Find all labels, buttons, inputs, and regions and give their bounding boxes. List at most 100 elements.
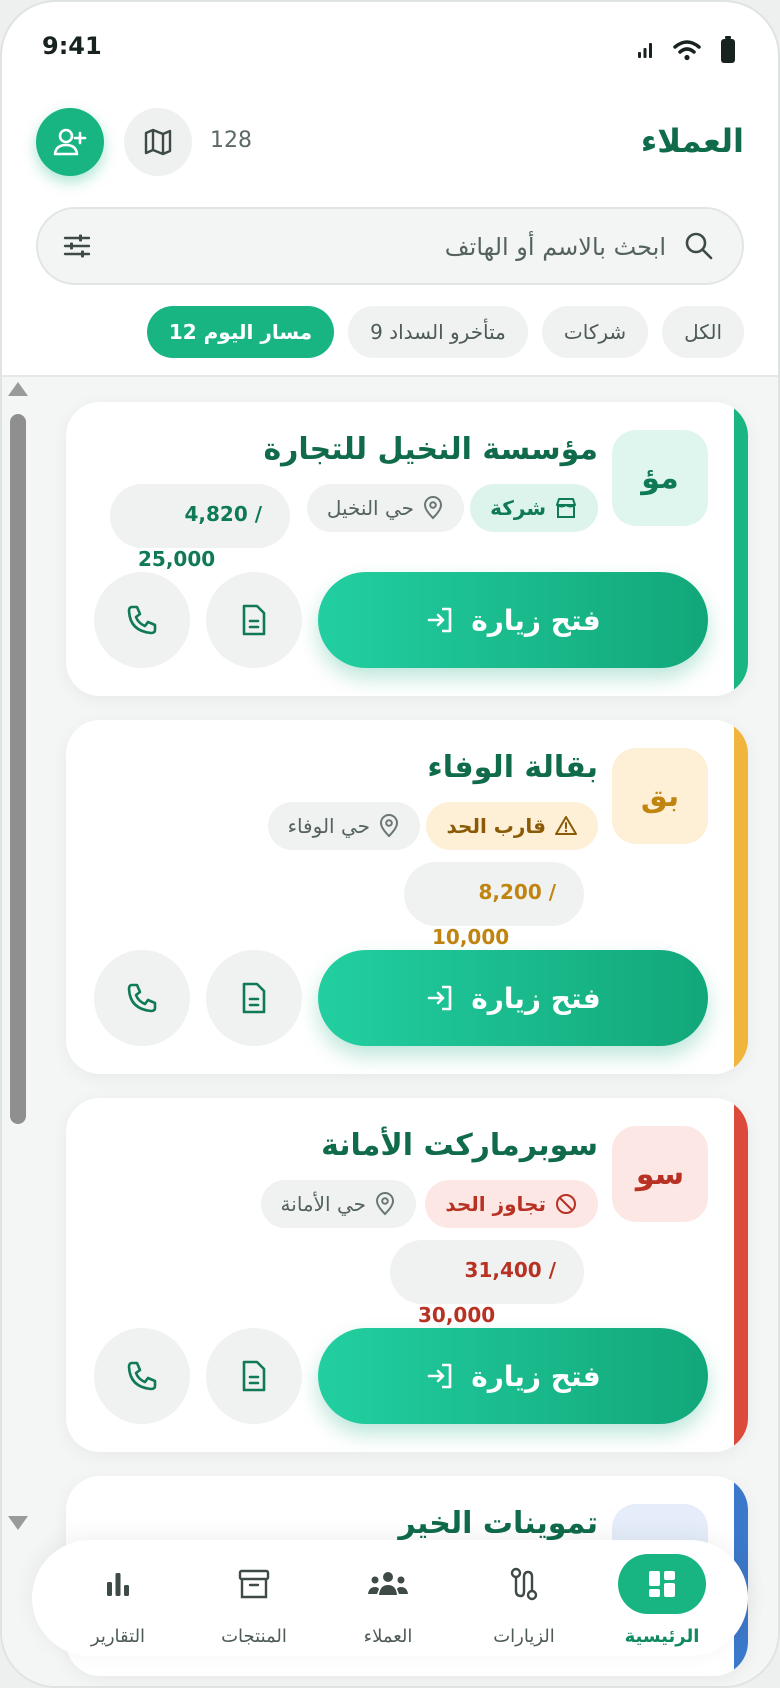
scrollbar[interactable] — [8, 382, 28, 1530]
scroll-thumb[interactable] — [10, 414, 26, 1124]
district-label: حي الوفاء — [287, 814, 370, 838]
open-visit-button[interactable]: فتح زيارة — [318, 1328, 708, 1424]
chip-all[interactable]: الكل — [662, 306, 744, 358]
credit-limit: 30,000 — [418, 1303, 496, 1327]
sign-in-icon — [427, 1363, 452, 1389]
phone-frame: 9:41 العملاء 128 ابحث بالاسم أو الهاتف م… — [0, 0, 780, 1688]
battery-icon — [721, 36, 735, 63]
card-status-edge — [734, 402, 748, 696]
phone-icon — [127, 983, 157, 1013]
customer-avatar: سو — [612, 1126, 708, 1222]
scroll-down-arrow[interactable] — [8, 1516, 28, 1530]
customer-card[interactable]: بق بقالة الوفاء قارب الحد حي الوفاء 8,20… — [66, 720, 748, 1074]
call-button[interactable] — [94, 950, 190, 1046]
nav-item-home[interactable]: الرئيسية — [602, 1554, 722, 1647]
scroll-up-arrow[interactable] — [8, 382, 28, 396]
balance-value: 31,400 / — [464, 1258, 556, 1282]
signal-icon — [638, 43, 652, 58]
invoices-button[interactable] — [206, 572, 302, 668]
chip-late-payers[interactable]: متأخرو السداد 9 — [348, 306, 528, 358]
customer-name: تموينات الخير — [398, 1506, 598, 1541]
open-visit-label: فتح زيارة — [471, 603, 601, 637]
map-view-button[interactable] — [124, 108, 192, 176]
card-status-edge — [734, 720, 748, 1074]
search-bar[interactable]: ابحث بالاسم أو الهاتف — [36, 207, 744, 285]
document-icon — [242, 1360, 266, 1392]
wifi-icon — [673, 40, 701, 61]
invoices-button[interactable] — [206, 950, 302, 1046]
nav-item-customers[interactable]: العملاء — [328, 1554, 448, 1647]
page-header: العملاء 128 — [2, 102, 778, 182]
call-button[interactable] — [94, 572, 190, 668]
document-icon — [242, 982, 266, 1014]
status-bar: 9:41 — [2, 2, 778, 92]
dashboard-icon — [649, 1571, 675, 1597]
nav-label: الزيارات — [493, 1626, 555, 1647]
location-pin-icon — [423, 496, 443, 520]
limit-exceeded-badge: تجاوز الحد — [425, 1180, 598, 1228]
balance-badge: 4,820 / 25,000 — [110, 484, 290, 571]
sign-in-icon — [427, 607, 452, 633]
invoices-button[interactable] — [206, 1328, 302, 1424]
credit-limit: 25,000 — [138, 547, 216, 571]
nav-icon-wrap — [618, 1554, 706, 1614]
filter-chips: مسار اليوم 12 متأخرو السداد 9 شركات الكل — [146, 306, 744, 358]
search-input[interactable]: ابحث بالاسم أو الهاتف — [445, 233, 666, 261]
call-button[interactable] — [94, 1328, 190, 1424]
add-user-icon — [53, 128, 87, 156]
status-icons — [636, 36, 736, 64]
customer-name: بقالة الوفاء — [427, 750, 598, 785]
filter-sliders-icon[interactable] — [62, 231, 92, 261]
open-visit-label: فتح زيارة — [471, 1359, 601, 1393]
district-badge: حي النخيل — [306, 484, 464, 532]
customer-count: 128 — [210, 128, 252, 153]
page-title: العملاء — [640, 122, 744, 160]
bottom-navigation: الرئيسية الزيارات العملاء المنتجات التقا… — [32, 1540, 748, 1656]
status-time: 9:41 — [42, 32, 102, 60]
warning-icon — [555, 816, 577, 835]
chip-companies[interactable]: شركات — [541, 306, 649, 358]
search-icon — [685, 232, 713, 260]
customer-name: سوبرماركت الأمانة — [321, 1128, 598, 1163]
phone-icon — [127, 1361, 157, 1391]
nav-item-products[interactable]: المنتجات — [194, 1554, 314, 1647]
document-icon — [242, 604, 266, 636]
customer-avatar: بق — [612, 748, 708, 844]
chip-today-route[interactable]: مسار اليوم 12 — [146, 306, 335, 358]
district-label: حي الأمانة — [280, 1192, 366, 1216]
add-customer-button[interactable] — [36, 108, 104, 176]
balance-value: 4,820 / — [184, 502, 262, 526]
nav-icon-wrap — [194, 1554, 314, 1614]
credit-limit: 10,000 — [432, 925, 510, 949]
location-pin-icon — [379, 814, 399, 838]
open-visit-button[interactable]: فتح زيارة — [318, 950, 708, 1046]
district-badge: حي الوفاء — [267, 802, 420, 850]
archive-icon — [238, 1569, 270, 1599]
nav-item-reports[interactable]: التقارير — [58, 1554, 178, 1647]
card-status-edge — [734, 1098, 748, 1452]
balance-badge: 8,200 / 10,000 — [404, 862, 584, 949]
route-icon — [510, 1567, 538, 1601]
limit-warning-label: قارب الحد — [446, 814, 546, 838]
customer-avatar: مؤ — [612, 430, 708, 526]
sign-in-icon — [427, 985, 452, 1011]
nav-item-visits[interactable]: الزيارات — [464, 1554, 584, 1647]
nav-label: العملاء — [363, 1626, 413, 1647]
nav-label: الرئيسية — [624, 1626, 700, 1647]
nav-label: المنتجات — [221, 1626, 287, 1647]
district-label: حي النخيل — [326, 496, 414, 520]
district-badge: حي الأمانة — [260, 1180, 416, 1228]
limit-warning-badge: قارب الحد — [426, 802, 598, 850]
open-visit-button[interactable]: فتح زيارة — [318, 572, 708, 668]
location-pin-icon — [375, 1192, 395, 1216]
customer-card[interactable]: مؤ مؤسسة النخيل للتجارة شركة حي النخيل 4… — [66, 402, 748, 696]
nav-icon-wrap — [328, 1554, 448, 1614]
nav-icon-wrap — [464, 1554, 584, 1614]
customer-type-badge: شركة — [470, 484, 598, 532]
nav-label: التقارير — [90, 1626, 146, 1647]
customer-card[interactable]: سو سوبرماركت الأمانة تجاوز الحد حي الأما… — [66, 1098, 748, 1452]
customer-name: مؤسسة النخيل للتجارة — [263, 432, 598, 467]
nav-icon-wrap — [58, 1554, 178, 1614]
blocked-icon — [556, 1194, 576, 1214]
map-icon — [144, 128, 172, 156]
